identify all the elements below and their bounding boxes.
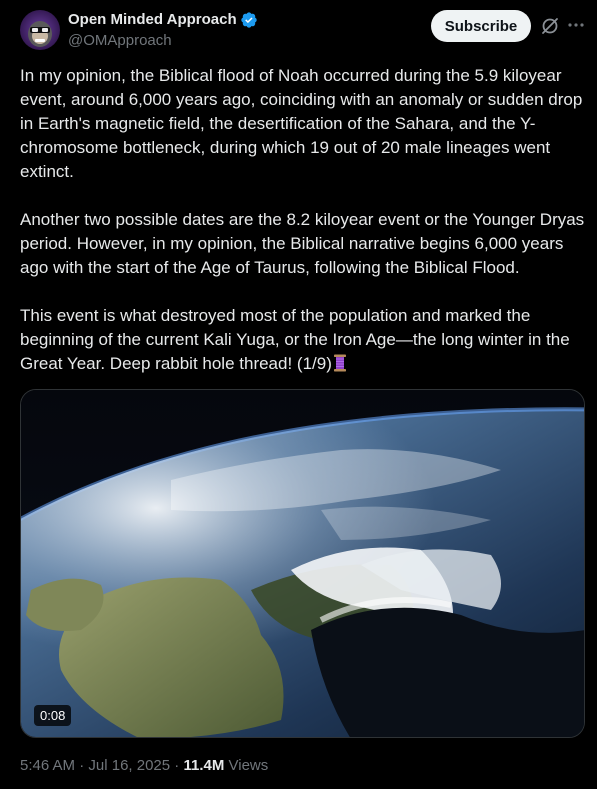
grok-icon[interactable] [540,16,560,36]
tweet-time[interactable]: 5:46 AM [20,757,75,774]
views-count: 11.4M [183,757,225,774]
tweet-header: Open Minded Approach @OMApproach Subscri… [0,0,597,60]
tweet-date[interactable]: Jul 16, 2025 [88,757,170,774]
tweet-paragraph: This event is what destroyed most of the… [20,306,570,373]
video-duration: 0:08 [34,705,72,726]
avatar-image [20,10,60,50]
avatar[interactable] [20,10,60,50]
author-name-row[interactable]: Open Minded Approach [68,10,258,29]
subscribe-button[interactable]: Subscribe [431,10,531,42]
video-player[interactable]: 0:08 [20,389,585,738]
meta-separator: · [170,757,184,774]
author-handle[interactable]: @OMApproach [68,31,172,50]
verified-badge-icon [240,11,258,29]
tweet-paragraph: Another two possible dates are the 8.2 k… [20,210,585,277]
views-label: Views [228,757,269,774]
tweet-paragraph-last: This event is what destroyed most of the… [20,304,588,376]
video-thumbnail [21,390,584,737]
tweet-paragraph: In my opinion, the Biblical flood of Noa… [20,66,583,181]
author-name[interactable]: Open Minded Approach [68,10,237,29]
more-options-icon[interactable] [566,15,586,35]
meta-separator: · [75,757,89,774]
spool-of-thread-icon [333,354,347,372]
tweet-meta: 5:46 AM · Jul 16, 2025 · 11.4M Views [20,756,268,776]
tweet-text: In my opinion, the Biblical flood of Noa… [20,64,588,376]
